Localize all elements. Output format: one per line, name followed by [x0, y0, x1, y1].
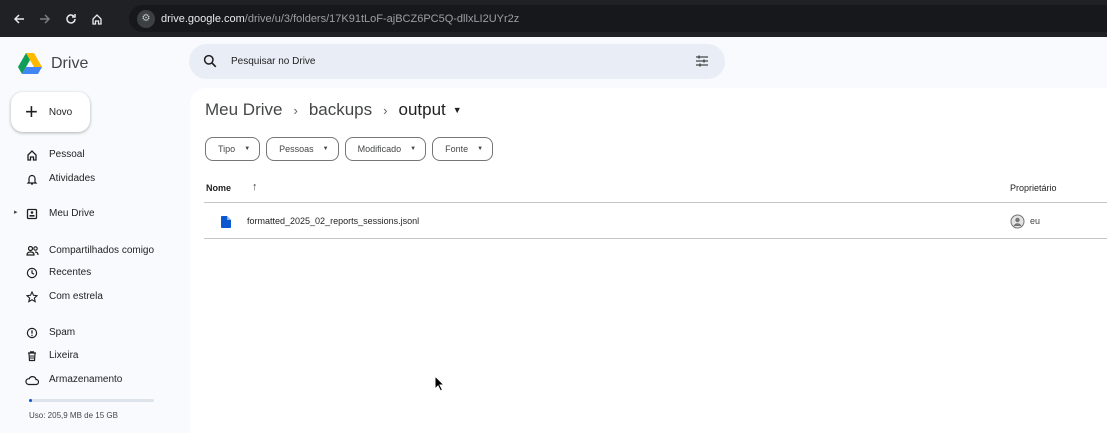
mouse-cursor-icon — [434, 375, 445, 392]
main-content: Meu Drive › backups › output ▼ Tipo ▼ Pes… — [190, 88, 1107, 433]
storage-usage-text: Uso: 205,9 MB de 15 GB — [29, 411, 118, 420]
sidebar-item-label: Lixeira — [49, 350, 79, 361]
avatar-icon — [1010, 214, 1025, 234]
breadcrumb-item-backups[interactable]: backups — [309, 100, 372, 120]
url-text: drive.google.com/drive/u/3/folders/17K91… — [161, 12, 520, 25]
owner-name: eu — [1030, 216, 1041, 226]
dropdown-arrow-icon: ▼ — [410, 146, 417, 152]
clock-icon — [25, 266, 39, 280]
home-icon — [92, 13, 102, 25]
sidebar-item-label: Spam — [49, 327, 76, 338]
table-row[interactable]: formatted_2025_02_reports_sessions.jsonl… — [204, 204, 1107, 238]
sidebar-item-label: Com estrela — [49, 291, 103, 302]
sidebar-item-armazenamento[interactable]: Armazenamento — [0, 370, 190, 390]
sidebar-item-label: Pessoal — [49, 149, 85, 160]
column-header-owner[interactable]: Proprietário — [1010, 183, 1057, 193]
sidebar-item-lixeira[interactable]: Lixeira — [0, 346, 190, 366]
home-icon — [25, 148, 39, 162]
dropdown-arrow-icon: ▼ — [477, 146, 484, 152]
filter-label: Tipo — [218, 144, 236, 154]
sort-up-arrow-icon[interactable]: ↑ — [252, 181, 258, 193]
chevron-right-icon: › — [293, 102, 298, 118]
sidebar-item-spam[interactable]: Spam — [0, 323, 190, 343]
people-icon — [25, 244, 39, 258]
filter-modificado[interactable]: Modificado ▼ — [344, 137, 427, 161]
forward-button[interactable] — [32, 0, 58, 37]
sidebar-item-label: Atividades — [49, 173, 96, 184]
star-icon — [25, 290, 39, 304]
plus-icon: + — [25, 99, 38, 124]
search-options-icon[interactable] — [695, 54, 709, 73]
new-button-label: Novo — [48, 106, 73, 118]
new-button[interactable]: + Novo — [11, 92, 90, 132]
breadcrumb: Meu Drive › backups › output ▼ — [205, 100, 462, 120]
dropdown-arrow-icon: ▼ — [322, 146, 329, 152]
sidebar-item-label: Meu Drive — [49, 208, 95, 219]
dropdown-arrow-icon[interactable]: ▼ — [453, 105, 462, 115]
drive-logo-icon — [18, 53, 42, 74]
app-name: Drive — [51, 54, 89, 72]
sidebar: Drive + Novo Pessoal Atividades ▸ Meu Dr… — [0, 37, 190, 433]
reload-button[interactable] — [58, 0, 84, 37]
expand-arrow-icon[interactable]: ▸ — [14, 208, 18, 216]
storage-progress-fill — [29, 399, 32, 402]
table-divider — [204, 238, 1107, 239]
breadcrumb-item-meu-drive[interactable]: Meu Drive — [205, 100, 282, 120]
address-bar[interactable]: ⚙ drive.google.com/drive/u/3/folders/17K… — [129, 5, 1107, 32]
arrow-left-icon — [13, 13, 24, 24]
sidebar-item-atividades[interactable]: Atividades — [0, 169, 190, 189]
sidebar-item-recentes[interactable]: Recentes — [0, 263, 190, 283]
filter-label: Fonte — [445, 144, 469, 154]
dropdown-arrow-icon: ▼ — [244, 146, 251, 152]
search-input[interactable] — [231, 53, 671, 70]
column-header-name[interactable]: Nome — [206, 183, 231, 193]
filter-chips: Tipo ▼ Pessoas ▼ Modificado ▼ Fonte ▼ — [205, 137, 499, 161]
search-bar[interactable] — [189, 44, 725, 79]
sidebar-item-label: Armazenamento — [49, 374, 123, 385]
filter-label: Modificado — [357, 144, 402, 154]
site-info-icon[interactable]: ⚙ — [137, 9, 155, 28]
bell-icon — [25, 172, 39, 186]
browser-toolbar: ⚙ drive.google.com/drive/u/3/folders/17K… — [0, 0, 1107, 37]
drive-logo[interactable]: Drive — [18, 53, 88, 74]
trash-icon — [25, 349, 39, 363]
file-name[interactable]: formatted_2025_02_reports_sessions.jsonl — [247, 216, 419, 226]
filter-fonte[interactable]: Fonte ▼ — [432, 137, 494, 161]
sidebar-item-pessoal[interactable]: Pessoal — [0, 145, 190, 165]
reload-icon — [66, 13, 76, 24]
sidebar-item-label: Recentes — [49, 267, 92, 278]
search-icon[interactable] — [203, 54, 217, 73]
spam-icon — [25, 326, 39, 340]
chevron-right-icon: › — [383, 102, 388, 118]
filter-label: Pessoas — [279, 144, 314, 154]
drive-icon — [25, 207, 39, 221]
cloud-icon — [25, 373, 39, 387]
table-divider — [204, 202, 1107, 203]
filter-pessoas[interactable]: Pessoas ▼ — [266, 137, 339, 161]
sidebar-item-com-estrela[interactable]: Com estrela — [0, 287, 190, 307]
storage-progress — [29, 399, 154, 402]
sidebar-item-label: Compartilhados comigo — [49, 245, 155, 256]
home-button[interactable] — [84, 0, 110, 37]
filter-tipo[interactable]: Tipo ▼ — [205, 137, 261, 161]
arrow-right-icon — [40, 13, 51, 24]
sidebar-item-meu-drive[interactable]: ▸ Meu Drive — [0, 204, 190, 224]
breadcrumb-current-folder[interactable]: output — [398, 100, 445, 120]
document-icon — [221, 215, 231, 233]
back-button[interactable] — [6, 0, 32, 37]
sidebar-item-compartilhados[interactable]: Compartilhados comigo — [0, 241, 190, 261]
